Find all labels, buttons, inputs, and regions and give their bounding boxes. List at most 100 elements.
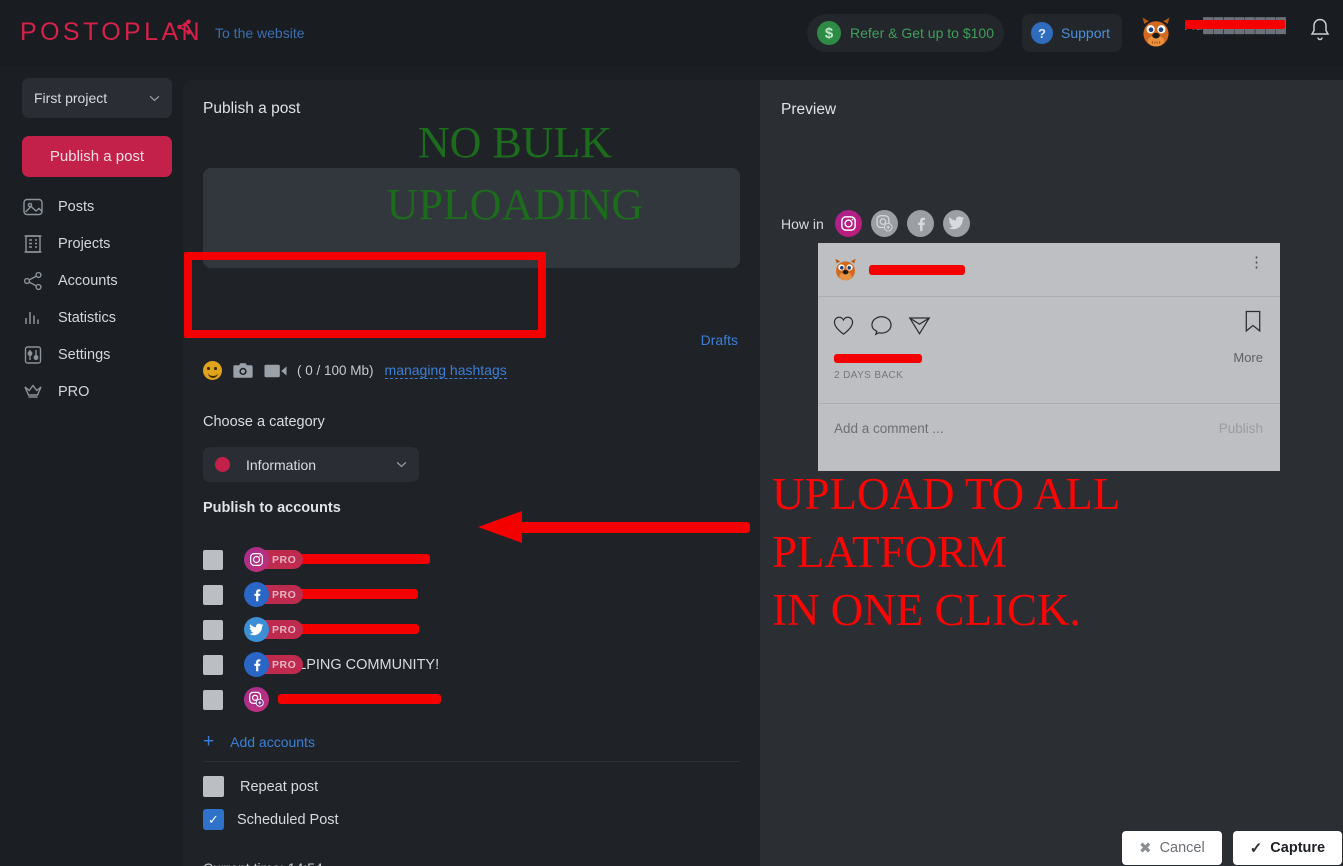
sidebar-item-settings[interactable]: Settings	[22, 336, 182, 373]
account-checkbox[interactable]	[203, 549, 223, 570]
hamster-avatar-icon	[835, 258, 856, 281]
account-checkbox[interactable]	[203, 619, 223, 640]
user-name-redaction	[1185, 20, 1285, 29]
preview-account-name	[869, 264, 965, 275]
sidebar-item-label: Statistics	[58, 309, 117, 326]
sliders-icon	[22, 344, 44, 366]
sidebar-item-pro[interactable]: PRO	[22, 373, 182, 410]
twitter-icon[interactable]	[942, 210, 970, 237]
support-label: Support	[1061, 25, 1111, 41]
refer-label: Refer & Get up to $100	[850, 25, 994, 41]
facebook-icon[interactable]	[906, 210, 934, 237]
accounts-list: PRO PRO PRO PRO HELPING COMMUNITY!	[203, 542, 740, 717]
facebook-icon	[244, 582, 269, 607]
sidebar-item-label: Projects	[58, 235, 111, 252]
sidebar-item-projects[interactable]: Projects	[22, 225, 182, 262]
publish-a-post-button[interactable]: Publish a post	[22, 136, 172, 177]
instagram-add-icon	[244, 687, 269, 712]
account-row[interactable]	[203, 682, 740, 717]
account-badge: PRO	[244, 617, 304, 642]
account-name	[278, 692, 441, 708]
account-checkbox[interactable]	[203, 689, 223, 710]
preview-more-link[interactable]: More	[1233, 350, 1263, 365]
app-root: POSTOPLAN To the website $ Refer & Get u…	[0, 0, 1343, 866]
upload-size-label: ( 0 / 100 Mb)	[297, 363, 374, 378]
comment-icon[interactable]	[870, 315, 893, 336]
instagram-add-icon[interactable]	[870, 210, 898, 237]
plus-icon: +	[203, 731, 215, 752]
sidebar-nav: Posts Projects Accounts Statistics Setti…	[22, 188, 182, 410]
bar-chart-icon	[22, 307, 44, 329]
refer-and-get-button[interactable]: $ Refer & Get up to $100	[807, 14, 1004, 52]
account-checkbox[interactable]	[203, 654, 223, 675]
preview-publish-label[interactable]: Publish	[1219, 421, 1263, 436]
drafts-link[interactable]: Drafts	[701, 332, 738, 348]
managing-hashtags-link[interactable]: managing hashtags	[384, 362, 507, 379]
bookmark-icon[interactable]	[1243, 310, 1263, 333]
account-badge: PRO	[244, 652, 304, 677]
send-icon[interactable]	[908, 315, 931, 336]
sidebar-item-label: Settings	[58, 346, 111, 363]
support-button[interactable]: ? Support	[1022, 14, 1122, 52]
account-checkbox[interactable]	[203, 584, 223, 605]
x-icon: ✖	[1139, 840, 1152, 857]
to-the-website-link[interactable]: To the website	[215, 25, 305, 41]
capture-label: Capture	[1270, 840, 1326, 856]
red-arrow-shaft	[520, 522, 750, 533]
sidebar-item-label: PRO	[58, 383, 90, 400]
sidebar-item-accounts[interactable]: Accounts	[22, 262, 182, 299]
category-value: Information	[246, 456, 317, 473]
camera-icon[interactable]	[233, 362, 253, 379]
choose-category-label: Choose a category	[203, 414, 325, 430]
sidebar-item-statistics[interactable]: Statistics	[22, 299, 182, 336]
capture-button[interactable]: ✓ Capture	[1232, 831, 1343, 865]
account-row[interactable]: PRO	[203, 612, 740, 647]
category-color-dot	[215, 457, 230, 472]
add-accounts-label: Add accounts	[230, 733, 315, 750]
project-selector[interactable]: First project	[22, 78, 172, 118]
scheduled-post-checkbox[interactable]: ✓	[203, 809, 224, 830]
image-posts-icon	[22, 196, 44, 218]
repeat-post-label: Repeat post	[240, 778, 319, 795]
facebook-icon	[244, 652, 269, 677]
scheduled-post-option[interactable]: ✓ Scheduled Post	[203, 809, 339, 830]
check-icon: ✓	[1249, 840, 1263, 857]
scheduled-post-label: Scheduled Post	[237, 811, 339, 828]
heart-icon[interactable]	[832, 315, 855, 336]
hamster-avatar-icon[interactable]	[1138, 14, 1174, 50]
dollar-coin-icon: $	[817, 21, 841, 45]
repeat-post-option[interactable]: Repeat post	[203, 776, 318, 797]
sidebar-item-label: Accounts	[58, 272, 118, 289]
preview-network-switcher: How in	[781, 210, 979, 237]
page-title: Publish a post	[203, 100, 301, 117]
account-badge: PRO	[244, 582, 304, 607]
share-icon	[177, 19, 191, 35]
smiley-icon[interactable]	[203, 361, 222, 380]
preview-caption-redaction	[834, 354, 922, 363]
question-mark-icon: ?	[1031, 22, 1053, 44]
crown-icon	[22, 381, 44, 403]
sidebar-item-posts[interactable]: Posts	[22, 188, 182, 225]
notification-bell-icon[interactable]	[1308, 17, 1332, 43]
video-camera-icon[interactable]	[264, 363, 287, 379]
sidebar-item-label: Posts	[58, 198, 95, 215]
repeat-post-checkbox[interactable]	[203, 776, 224, 797]
red-arrow-head	[478, 511, 522, 543]
account-row[interactable]: PRO	[203, 542, 740, 577]
three-dots-vertical-icon[interactable]: ⋮	[1249, 255, 1264, 270]
cancel-button[interactable]: ✖ Cancel	[1122, 831, 1222, 865]
left-sidebar: First project Publish a post Posts Proje…	[0, 66, 183, 866]
account-badge	[244, 687, 269, 712]
section-divider	[203, 761, 740, 762]
account-row[interactable]: PRO HELPING COMMUNITY!	[203, 647, 740, 682]
instagram-icon	[244, 547, 269, 572]
current-time-label: Current time: 14:54	[203, 860, 323, 866]
chevron-down-icon	[149, 95, 160, 101]
account-row[interactable]: PRO	[203, 577, 740, 612]
instagram-icon[interactable]	[834, 210, 862, 237]
category-dropdown[interactable]: Information	[203, 447, 419, 482]
preview-comment-row[interactable]: Add a comment ... Publish	[818, 403, 1280, 453]
how-in-label: How in	[781, 215, 824, 232]
add-accounts-button[interactable]: + Add accounts	[203, 732, 315, 751]
chevron-down-icon	[396, 461, 407, 468]
